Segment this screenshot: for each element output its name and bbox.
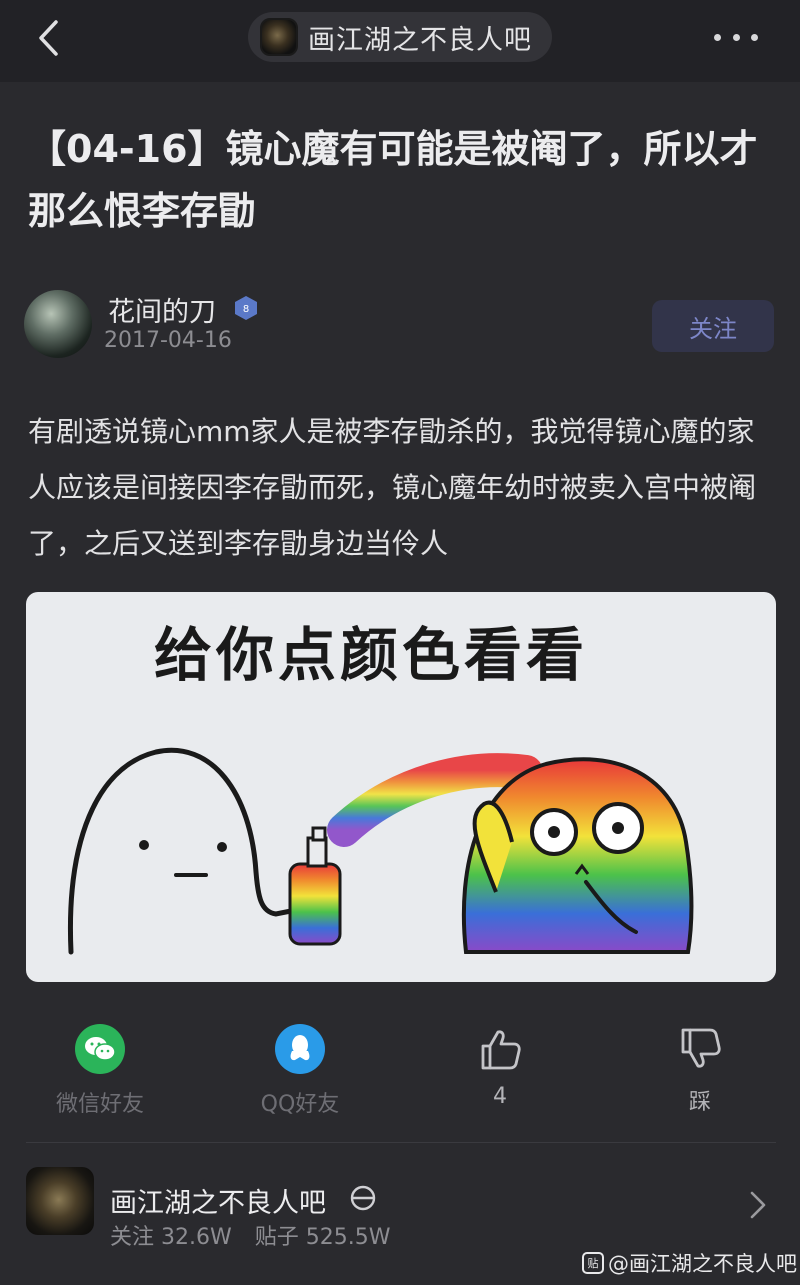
more-dot: [751, 33, 758, 41]
forum-avatar: [26, 1167, 94, 1235]
back-button[interactable]: [28, 14, 68, 62]
chevron-right-icon: [750, 1191, 766, 1219]
dislike-label: 踩: [688, 1090, 711, 1115]
share-wechat-label: 微信好友: [55, 1092, 144, 1117]
level-badge-icon: 8: [235, 296, 257, 320]
more-horizontal-icon: [714, 33, 721, 41]
follow-button[interactable]: 关注: [652, 300, 774, 352]
forum-badge-icon: [350, 1185, 376, 1211]
post-title: 【04-16】镜心魔有可能是被阉了，所以才那么恨李存勖: [28, 127, 758, 233]
thumbs-up-icon: [481, 1030, 521, 1070]
thumbs-down-icon: [681, 1028, 721, 1068]
meme-illustration: [67, 747, 694, 955]
post-date: 2017-04-16: [104, 328, 232, 353]
author-name[interactable]: 花间的刀: [108, 290, 216, 329]
watermark: 贴 @画江湖之不良人吧: [582, 1248, 797, 1278]
post-body: 有剧透说镜心mm家人是被李存勖杀的，我觉得镜心魔的家人应该是间接因李存勖而死，镜…: [28, 415, 757, 560]
like-button[interactable]: 4: [420, 1020, 580, 1109]
forum-name: 画江湖之不良人吧: [110, 1188, 326, 1219]
wechat-glyph: [85, 1037, 116, 1061]
action-row: 微信好友 QQ好友 4 踩: [0, 1020, 800, 1120]
wechat-icon: [75, 1024, 125, 1074]
chevron-left-icon: [39, 20, 58, 56]
like-count: 4: [493, 1084, 507, 1109]
top-bar: 画江湖之不良人吧: [0, 0, 800, 82]
qq-icon: [275, 1024, 325, 1074]
forum-posts: 贴子 525.5W: [254, 1225, 391, 1250]
level-badge-text: 8: [243, 304, 249, 315]
dislike-button[interactable]: 踩: [620, 1020, 780, 1116]
share-qq-label: QQ好友: [260, 1092, 340, 1117]
more-button[interactable]: [714, 26, 758, 48]
watermark-text: @画江湖之不良人吧: [608, 1252, 797, 1276]
tieba-logo-icon: 贴: [582, 1252, 604, 1274]
forum-pill-label: 画江湖之不良人吧: [308, 24, 532, 56]
share-qq-button[interactable]: QQ好友: [220, 1020, 380, 1118]
qq-glyph: [290, 1035, 310, 1061]
author-avatar[interactable]: [24, 290, 92, 358]
more-dot: [732, 33, 740, 41]
forum-followers: 关注 32.6W: [110, 1225, 232, 1250]
share-wechat-button[interactable]: 微信好友: [20, 1020, 180, 1118]
forum-pill[interactable]: 画江湖之不良人吧: [248, 12, 552, 62]
forum-avatar-small: [260, 18, 298, 56]
forum-stats: 关注 32.6W 贴子 525.5W: [110, 1219, 390, 1251]
post-image[interactable]: 给你点颜色看看: [26, 592, 776, 982]
